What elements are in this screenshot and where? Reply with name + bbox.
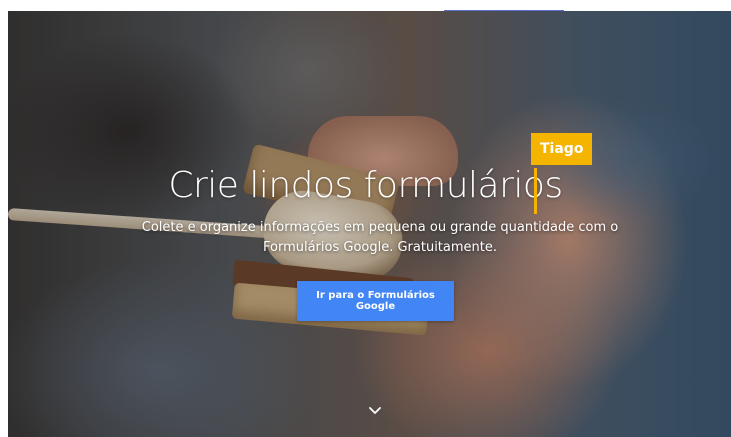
hero-subtitle: Colete e organize informações em pequena… bbox=[141, 220, 619, 255]
collaborator-name-tag: Tiago bbox=[531, 133, 593, 165]
go-to-forms-button[interactable]: Ir para o Formulários Google bbox=[297, 281, 454, 321]
hero-headline: Crie lindos formulários bbox=[168, 165, 563, 206]
chevron-down-icon[interactable] bbox=[368, 405, 382, 417]
collaborator-cursor bbox=[534, 168, 537, 214]
